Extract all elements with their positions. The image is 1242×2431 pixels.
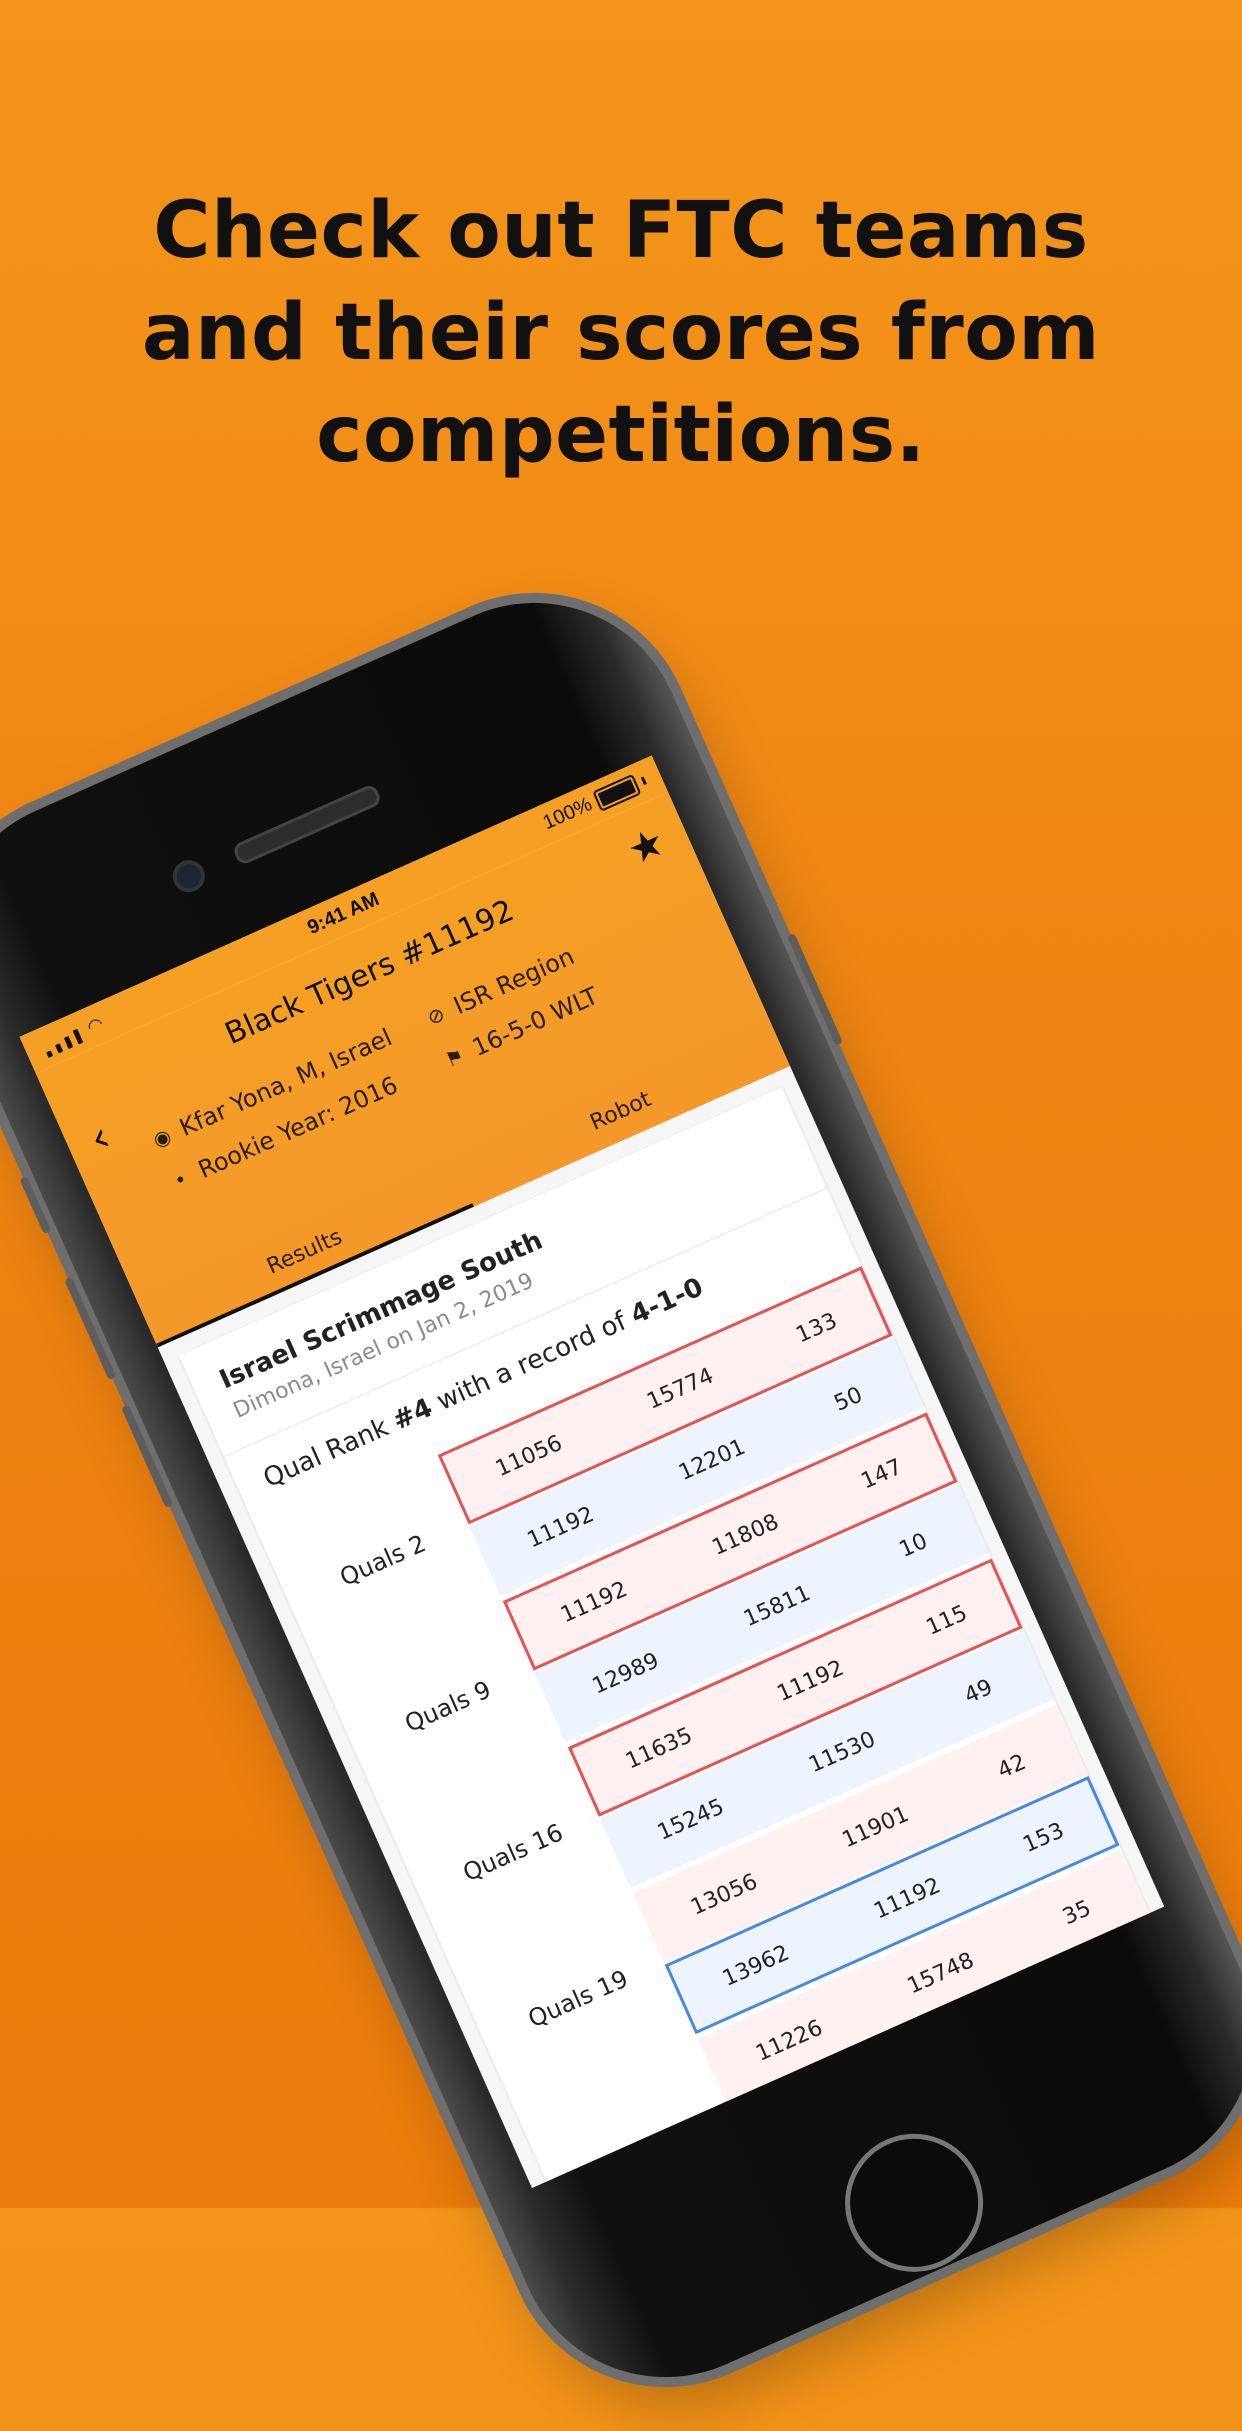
battery-icon bbox=[592, 773, 642, 812]
rank-record: 4-1-0 bbox=[626, 1272, 708, 1331]
chevron-left-icon[interactable]: ‹ bbox=[82, 1112, 117, 1164]
match-label: Quals 19 bbox=[523, 1964, 633, 2034]
compass-icon: ⊘ bbox=[423, 1001, 449, 1031]
lightbulb-icon: • bbox=[170, 1166, 191, 1194]
match-label: Quals 9 bbox=[400, 1675, 496, 1738]
headline: Check out FTC teams and their scores fro… bbox=[0, 180, 1242, 486]
headline-line-3: competitions. bbox=[316, 390, 926, 480]
match-label: Quals 16 bbox=[458, 1818, 568, 1888]
headline-line-2: and their scores from bbox=[141, 288, 1101, 378]
phone-mockup: ◠ 9:41 AM 100% ‹ Black Tigers #11192 ★ ◉… bbox=[0, 554, 1242, 2426]
match-label: Quals 2 bbox=[335, 1529, 431, 1592]
headline-line-1: Check out FTC teams bbox=[153, 186, 1089, 276]
flag-icon: ⚑ bbox=[441, 1043, 468, 1073]
map-pin-icon: ◉ bbox=[148, 1123, 175, 1153]
